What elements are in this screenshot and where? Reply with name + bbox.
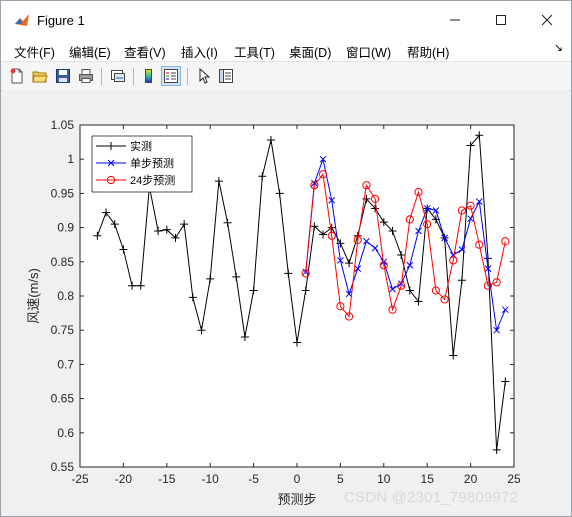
figure-window: Figure 1 文件(F) 编辑(E) 查看(V) 插入(I) 工具(T) 桌… [0, 0, 572, 517]
y-tick-label: 0.55 [51, 460, 75, 474]
link-plot-icon [111, 70, 125, 82]
y-tick-label: 1.05 [51, 118, 75, 132]
legend-label-1: 单步预测 [130, 157, 174, 170]
new-figure-button[interactable] [7, 66, 27, 86]
new-figure-icon [10, 68, 23, 84]
link-plot-button[interactable] [108, 66, 128, 86]
menu-help[interactable]: 帮助(H) [407, 42, 449, 61]
insert-colorbar-button[interactable] [139, 66, 159, 86]
menu-edit[interactable]: 编辑(E) [69, 42, 111, 61]
x-tick-label: 15 [421, 472, 435, 486]
y-tick-label: 0.75 [51, 323, 75, 337]
x-tick-label: 0 [294, 472, 301, 486]
y-tick-label: 0.9 [57, 221, 74, 235]
x-tick-label: 20 [464, 472, 478, 486]
minimize-icon [450, 19, 460, 21]
watermark: CSDN @2301_79809972 [344, 489, 519, 506]
menu-tools[interactable]: 工具(T) [234, 42, 275, 61]
menu-desktop[interactable]: 桌面(D) [289, 42, 331, 61]
menu-view[interactable]: 查看(V) [124, 42, 166, 61]
menu-expand-arrow-icon[interactable]: ↘ [554, 41, 563, 54]
x-axis-label: 预测步 [277, 492, 316, 507]
y-tick-label: 0.65 [51, 392, 75, 406]
menu-insert[interactable]: 插入(I) [181, 42, 218, 61]
maximize-button[interactable] [478, 1, 524, 39]
x-tick-label: 25 [507, 472, 521, 486]
toolbar-separator [133, 68, 134, 85]
menu-bar: 文件(F) 编辑(E) 查看(V) 插入(I) 工具(T) 桌面(D) 窗口(W… [1, 39, 571, 61]
pointer-icon [199, 68, 211, 84]
x-tick-label: -25 [71, 472, 89, 486]
legend-label-0: 实测 [130, 139, 152, 153]
print-button[interactable] [76, 66, 96, 86]
window-title: Figure 1 [37, 13, 85, 28]
y-tick-label: 0.6 [57, 426, 74, 440]
y-tick-label: 0.8 [57, 289, 74, 303]
minimize-button[interactable] [432, 1, 478, 39]
legend-label-2: 24步预测 [130, 174, 175, 187]
open-file-button[interactable] [30, 66, 50, 86]
property-editor-icon [219, 69, 233, 83]
x-tick-label: -5 [248, 472, 259, 486]
toolbar-separator [101, 68, 102, 85]
insert-colorbar-icon [145, 69, 152, 83]
toolbar [1, 61, 571, 91]
title-bar: Figure 1 [1, 1, 571, 39]
y-tick-label: 0.85 [51, 255, 75, 269]
x-tick-label: -20 [115, 472, 133, 486]
y-tick-label: 0.95 [51, 186, 75, 200]
x-tick-label: 5 [337, 472, 344, 486]
y-tick-label: 1 [67, 152, 74, 166]
y-tick-label: 0.7 [57, 357, 74, 371]
print-icon [79, 69, 93, 83]
insert-legend-button[interactable] [161, 66, 181, 86]
matlab-icon [15, 14, 29, 26]
insert-legend-icon [164, 69, 178, 83]
open-file-icon [32, 71, 48, 83]
x-tick-label: 10 [377, 472, 391, 486]
figure-canvas: -25 -20 -15 -10 -5 0 5 10 15 20 25 0.55 0.6 0.65 0.7 0.… [3, 90, 569, 514]
menu-file[interactable]: 文件(F) [14, 42, 55, 61]
x-tick-label: -15 [158, 472, 176, 486]
save-icon [56, 69, 70, 83]
toolbar-separator [187, 68, 188, 85]
maximize-icon [496, 15, 506, 25]
menu-window[interactable]: 窗口(W) [346, 42, 391, 61]
y-axis-label: 风速(m/s) [26, 268, 41, 324]
close-button[interactable] [524, 1, 570, 39]
property-editor-button[interactable] [216, 66, 236, 86]
line-chart: -25 -20 -15 -10 -5 0 5 10 15 20 25 0.55 0.6 0.65 0.7 0.… [26, 118, 521, 507]
pointer-button[interactable] [194, 66, 214, 86]
save-button[interactable] [53, 66, 73, 86]
close-icon [541, 14, 553, 26]
x-tick-label: -10 [202, 472, 220, 486]
